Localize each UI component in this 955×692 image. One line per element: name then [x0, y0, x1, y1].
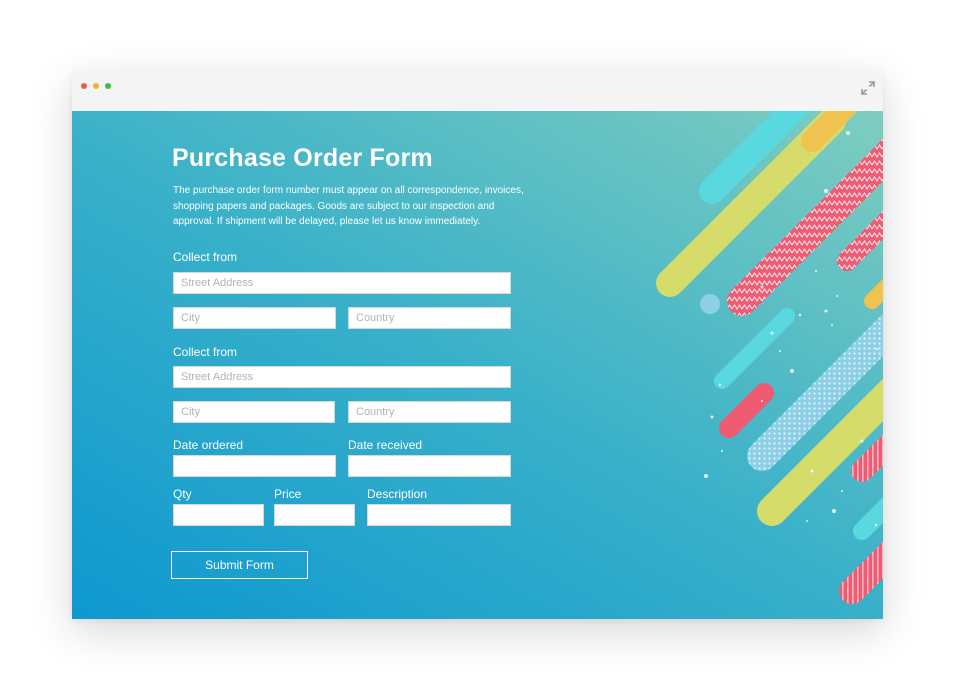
form-page: Purchase Order Form The purchase order f…: [72, 111, 883, 619]
description-label: Description: [367, 487, 428, 501]
description-input[interactable]: [367, 504, 511, 526]
maximize-dot[interactable]: [105, 83, 111, 89]
page-stage: Purchase Order Form The purchase order f…: [0, 0, 955, 692]
date-received-input[interactable]: [348, 455, 511, 477]
qty-input[interactable]: [173, 504, 264, 526]
page-title: Purchase Order Form: [172, 144, 433, 172]
city-input-2[interactable]: [173, 401, 335, 423]
price-label: Price: [274, 487, 302, 501]
minimize-dot[interactable]: [93, 83, 99, 89]
qty-label: Qty: [173, 487, 192, 501]
country-input-1[interactable]: [348, 307, 511, 329]
city-input-1[interactable]: [173, 307, 336, 329]
collect-from-label-1: Collect from: [173, 250, 238, 264]
collect-from-label-2: Collect from: [173, 345, 238, 359]
expand-arrows-icon[interactable]: [861, 81, 875, 95]
browser-window: Purchase Order Form The purchase order f…: [72, 71, 883, 619]
street-address-input-1[interactable]: [173, 272, 511, 294]
window-titlebar: [72, 71, 883, 112]
close-dot[interactable]: [81, 83, 87, 89]
submit-form-button[interactable]: Submit Form: [171, 551, 308, 579]
date-ordered-label: Date ordered: [173, 438, 244, 452]
street-address-input-2[interactable]: [173, 366, 511, 388]
date-received-label: Date received: [348, 438, 423, 452]
price-input[interactable]: [274, 504, 355, 526]
intro-text: The purchase order form number must appe…: [173, 185, 524, 227]
country-input-2[interactable]: [348, 401, 511, 423]
date-ordered-input[interactable]: [173, 455, 336, 477]
